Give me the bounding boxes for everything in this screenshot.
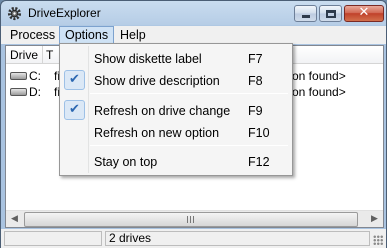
drive-letter: D: <box>29 85 41 99</box>
menu-item-refresh-on-new-option[interactable]: Refresh on new option F10 <box>62 121 290 143</box>
maximize-button[interactable] <box>319 5 342 22</box>
close-icon: ✕ <box>358 5 370 20</box>
checkmark-icon: ✔ <box>64 70 85 90</box>
menu-process[interactable]: Process <box>5 26 60 44</box>
gear-icon <box>7 6 22 21</box>
menu-item-label: Refresh on new option <box>94 126 220 140</box>
hard-drive-icon <box>10 72 27 80</box>
drive-description: on found> <box>292 85 346 99</box>
minimize-button[interactable] <box>294 5 317 22</box>
maximize-icon <box>326 10 336 18</box>
menu-item-shortcut: F12 <box>248 155 270 169</box>
menu-separator <box>90 93 288 94</box>
menu-item-label: Stay on top <box>94 155 158 169</box>
scrollbar-thumb[interactable] <box>24 212 358 227</box>
grip-icon <box>187 216 194 223</box>
close-button[interactable]: ✕ <box>344 5 384 22</box>
app-window: DriveExplorer ✕ Process Options Help Dri… <box>0 0 387 248</box>
status-drive-count: 2 drives <box>105 231 370 246</box>
minimize-icon <box>302 15 310 18</box>
scroll-right-icon[interactable]: ▶ <box>366 211 383 228</box>
menu-bar: Process Options Help <box>1 26 386 44</box>
menu-item-stay-on-top[interactable]: Stay on top F12 <box>62 150 290 172</box>
menu-item-shortcut: F7 <box>248 52 263 66</box>
column-header-type[interactable]: T <box>46 48 53 62</box>
horizontal-scrollbar[interactable]: ◀ ▶ <box>6 210 383 227</box>
column-header-drive[interactable]: Drive <box>10 48 38 62</box>
menu-item-label: Refresh on drive change <box>94 104 231 118</box>
menu-options[interactable]: Options <box>59 26 115 44</box>
options-dropdown-menu: Show diskette label F7 ✔ Show drive desc… <box>59 43 293 176</box>
status-panel-empty <box>4 231 102 246</box>
menu-help[interactable]: Help <box>115 26 151 44</box>
scroll-left-icon[interactable]: ◀ <box>6 211 23 228</box>
hard-drive-icon <box>10 88 27 96</box>
column-divider[interactable] <box>42 46 43 64</box>
menu-item-label: Show drive description <box>94 74 220 88</box>
menu-item-label: Show diskette label <box>94 52 202 66</box>
checkmark-icon: ✔ <box>64 100 85 120</box>
menu-item-refresh-on-drive-change[interactable]: ✔ Refresh on drive change F9 <box>62 99 290 121</box>
menu-item-show-diskette-label[interactable]: Show diskette label F7 <box>62 47 290 69</box>
menu-separator <box>90 145 288 146</box>
title-bar[interactable]: DriveExplorer ✕ <box>1 1 386 26</box>
drive-letter: C: <box>29 69 41 83</box>
window-title: DriveExplorer <box>28 6 101 20</box>
menu-item-shortcut: F9 <box>248 104 263 118</box>
menu-item-shortcut: F8 <box>248 74 263 88</box>
menu-item-shortcut: F10 <box>248 126 270 140</box>
menu-item-show-drive-description[interactable]: ✔ Show drive description F8 <box>62 69 290 91</box>
drive-description: on found> <box>292 69 346 83</box>
resize-grip-icon[interactable] <box>373 235 383 245</box>
status-bar: 2 drives <box>1 229 386 248</box>
